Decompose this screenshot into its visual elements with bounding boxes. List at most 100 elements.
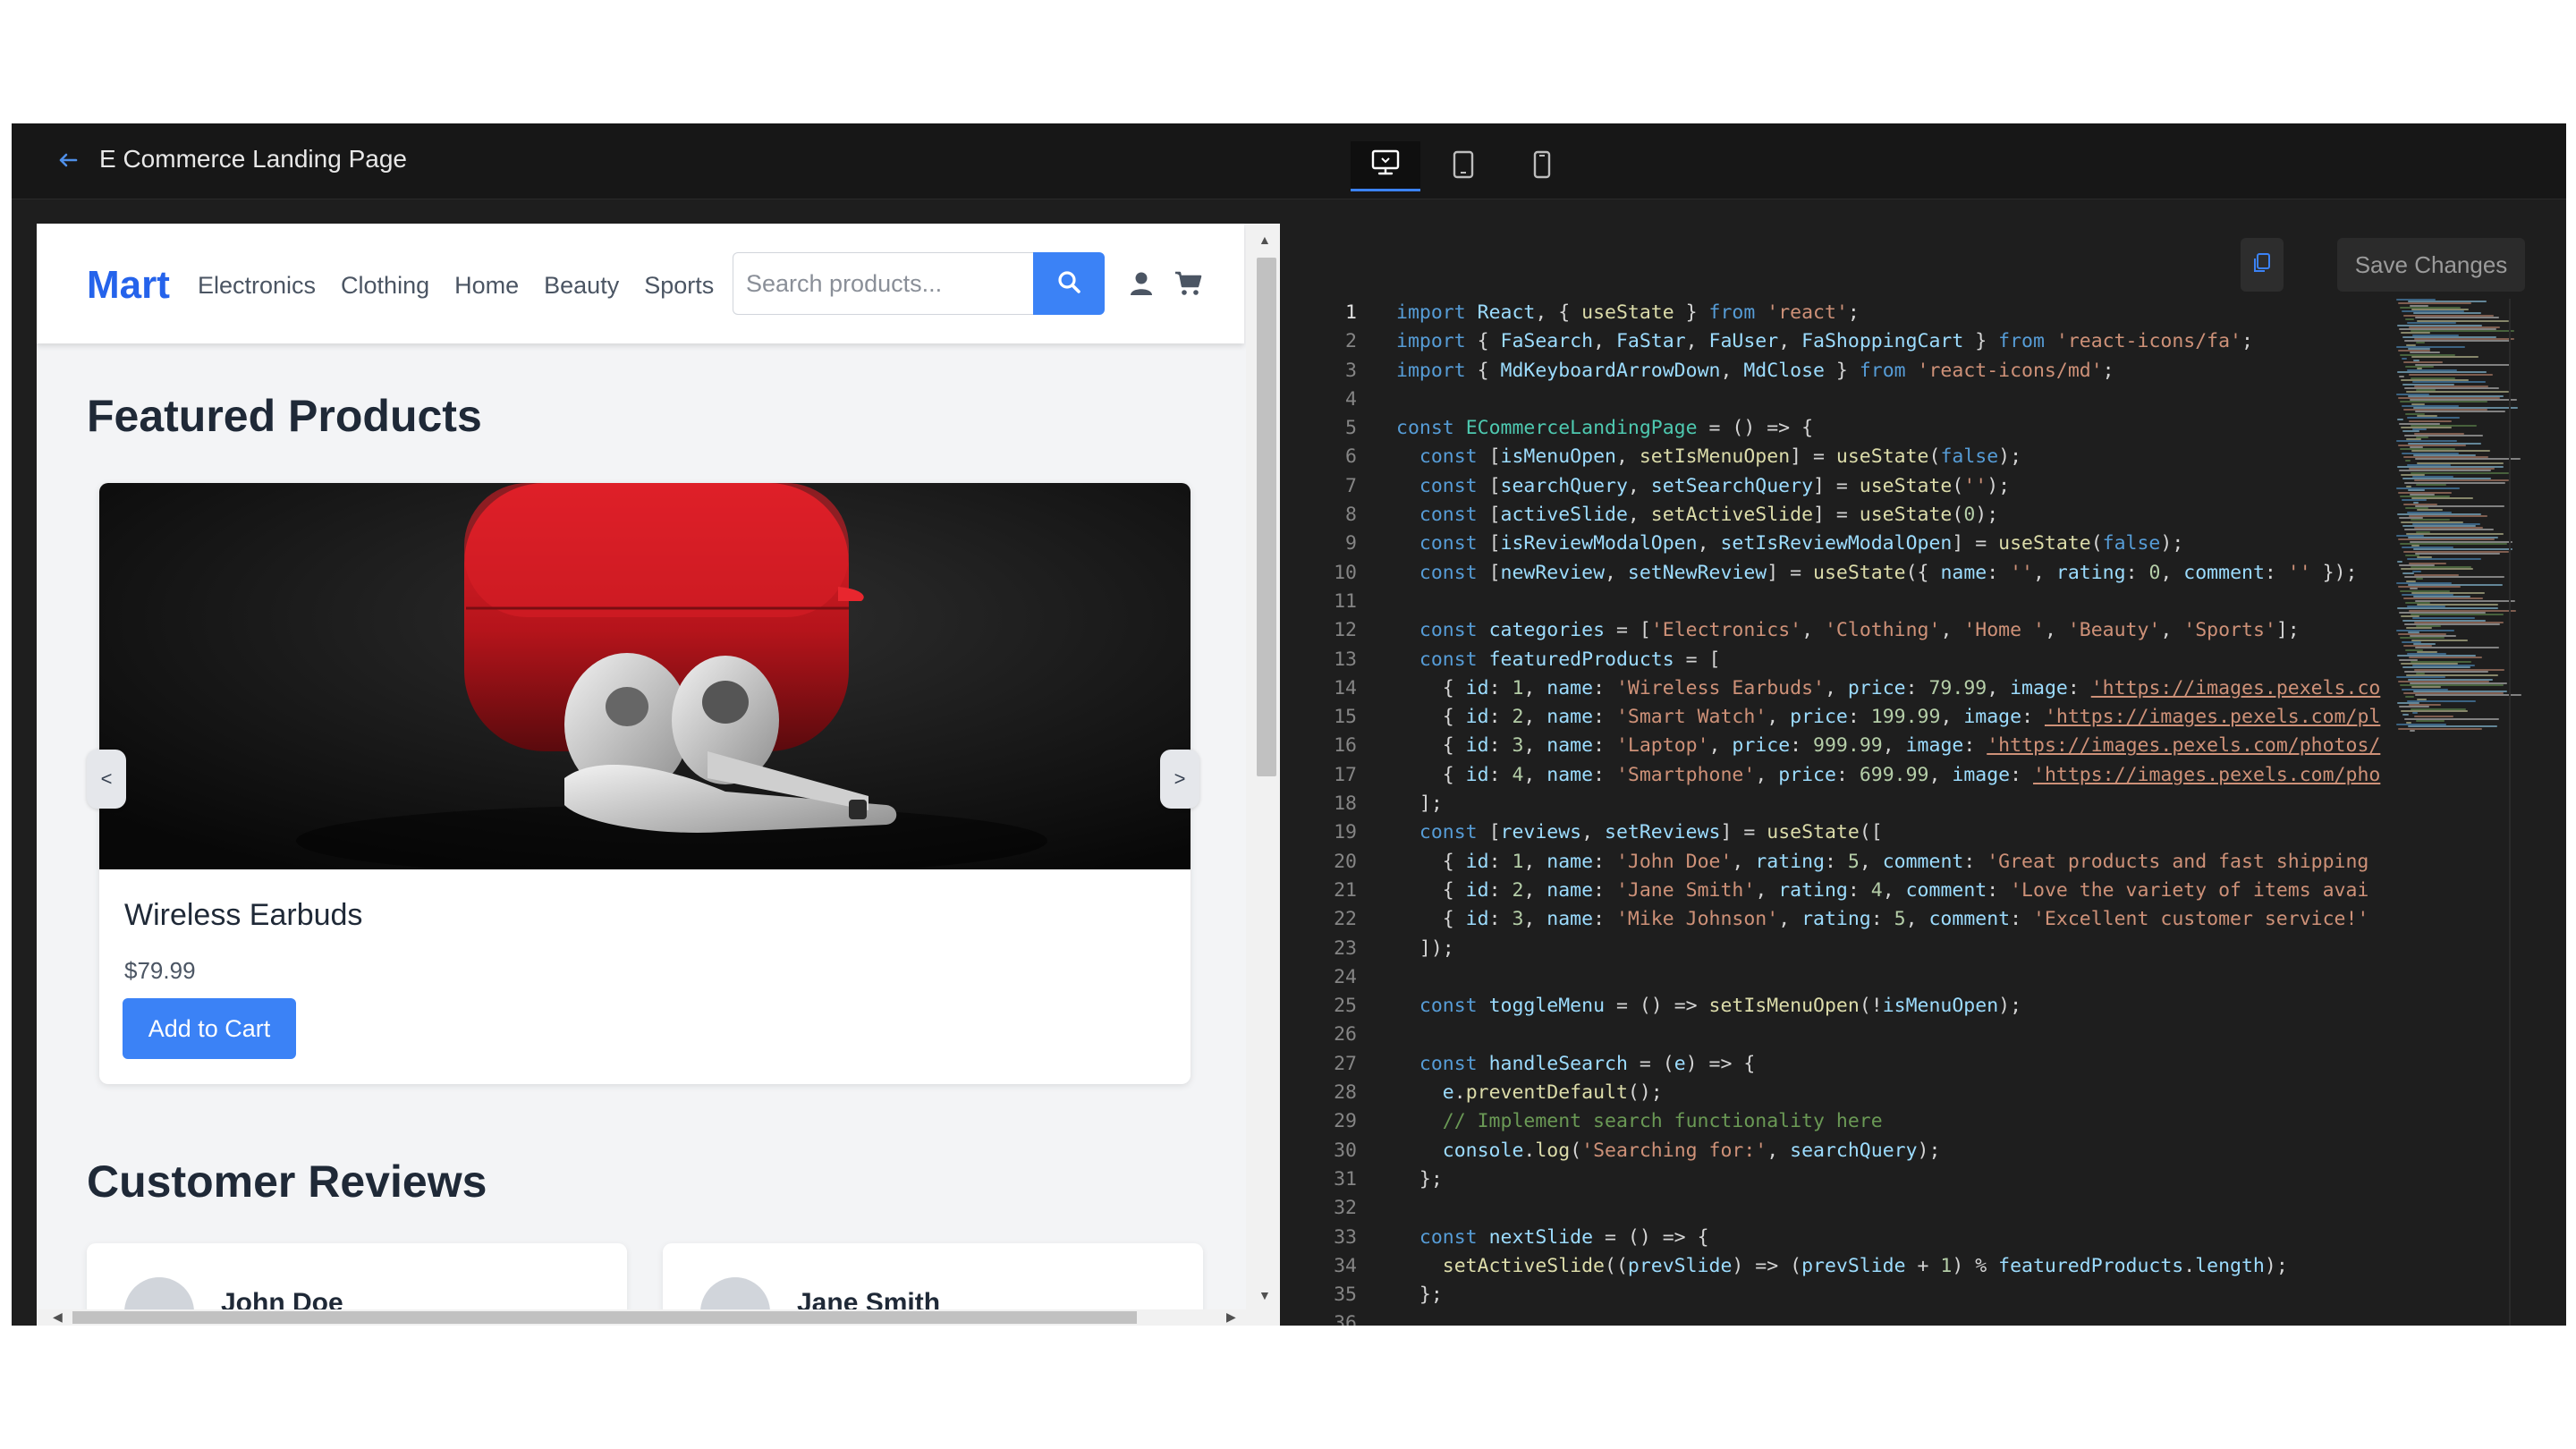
line-number: 18	[1334, 792, 1357, 816]
code-text: const nextSlide = () => {	[1419, 1225, 1709, 1249]
code-line[interactable]: 20 { id: 1, name: 'John Doe', rating: 5,…	[1298, 848, 2393, 877]
line-number: 31	[1334, 1167, 1357, 1191]
code-area[interactable]: 1 import React, { useState } from 'react'…	[1298, 299, 2393, 1326]
line-number: 8	[1345, 504, 1357, 527]
search-bar	[733, 252, 1105, 315]
code-text: const categories = ['Electronics', 'Clot…	[1419, 619, 2300, 642]
line-number: 1	[1345, 301, 1357, 324]
code-line[interactable]: 24	[1298, 963, 2393, 992]
nav-link-sports[interactable]: Sports	[644, 270, 714, 301]
minimap-line	[2416, 483, 2446, 486]
code-line[interactable]: 12 const categories = ['Electronics', 'C…	[1298, 616, 2393, 645]
code-line[interactable]: 11	[1298, 588, 2393, 616]
code-line[interactable]: 35 };	[1298, 1281, 2393, 1309]
code-line[interactable]: 32	[1298, 1194, 2393, 1223]
nav-link-clothing[interactable]: Clothing	[341, 270, 429, 301]
vertical-scroll-thumb[interactable]	[1257, 258, 1276, 776]
code-line[interactable]: 5 const ECommerceLandingPage = () => {	[1298, 414, 2393, 443]
code-text: { id: 2, name: 'Jane Smith', rating: 4, …	[1396, 878, 2369, 902]
code-line[interactable]: 21 { id: 2, name: 'Jane Smith', rating: …	[1298, 877, 2393, 905]
page-title: E Commerce Landing Page	[99, 145, 407, 173]
code-line[interactable]: 22 { id: 3, name: 'Mike Johnson', rating…	[1298, 905, 2393, 934]
nav-link-home[interactable]: Home	[454, 270, 519, 301]
scroll-up-arrow-icon[interactable]: ▲	[1258, 233, 1271, 247]
code-line[interactable]: 10 const [newReview, setNewReview] = use…	[1298, 559, 2393, 588]
code-line[interactable]: 6 const [isMenuOpen, setIsMenuOpen] = us…	[1298, 443, 2393, 471]
code-line[interactable]: 29 // Implement search functionality her…	[1298, 1107, 2393, 1136]
nav-link-electronics[interactable]: Electronics	[198, 270, 316, 301]
scroll-down-arrow-icon[interactable]: ▼	[1258, 1288, 1271, 1302]
mobile-view-button[interactable]	[1507, 141, 1577, 191]
line-number: 19	[1334, 821, 1357, 844]
line-number: 2	[1345, 330, 1357, 353]
code-line[interactable]: 28 e.preventDefault();	[1298, 1079, 2393, 1107]
scroll-left-arrow-icon[interactable]: ◀	[53, 1309, 63, 1325]
code-line[interactable]: 15 { id: 2, name: 'Smart Watch', price: …	[1298, 703, 2393, 732]
code-minimap[interactable]	[2393, 299, 2522, 1104]
code-line[interactable]: 18 ];	[1298, 790, 2393, 818]
code-line[interactable]: 25 const toggleMenu = () => setIsMenuOpe…	[1298, 992, 2393, 1021]
code-line[interactable]: 9 const [isReviewModalOpen, setIsReviewM…	[1298, 530, 2393, 558]
code-line[interactable]: 31 };	[1298, 1165, 2393, 1194]
shopping-cart-icon[interactable]	[1174, 270, 1203, 297]
code-line[interactable]: 3 import { MdKeyboardArrowDown, MdClose }…	[1298, 357, 2393, 386]
code-text: import React, { useState } from 'react';	[1396, 301, 1860, 324]
back-arrow-icon[interactable]	[55, 147, 81, 174]
copy-button[interactable]	[2241, 238, 2284, 292]
code-line[interactable]: 4	[1298, 386, 2393, 414]
code-text: { id: 1, name: 'John Doe', rating: 5, co…	[1396, 850, 2369, 873]
code-line[interactable]: 17 { id: 4, name: 'Smartphone', price: 6…	[1298, 761, 2393, 790]
line-number: 24	[1334, 965, 1357, 988]
code-line[interactable]: 1 import React, { useState } from 'react'…	[1298, 299, 2393, 327]
code-editor[interactable]: Save Changes 1 import React, { useState }…	[1298, 224, 2566, 1326]
search-button[interactable]	[1033, 252, 1105, 315]
line-number: 5	[1345, 417, 1357, 440]
minimap-line	[2396, 629, 2455, 631]
chevron-right-icon: >	[1174, 767, 1186, 790]
code-line[interactable]: 26	[1298, 1021, 2393, 1049]
carousel-prev-button[interactable]: <	[87, 750, 126, 809]
code-line[interactable]: 14 { id: 1, name: 'Wireless Earbuds', pr…	[1298, 674, 2393, 703]
minimap-line	[2402, 714, 2409, 716]
brand-logo[interactable]: Mart	[87, 263, 170, 308]
desktop-view-button[interactable]	[1351, 141, 1420, 191]
code-text: const [reviews, setReviews] = useState([	[1419, 821, 1883, 844]
search-input[interactable]	[733, 252, 1033, 315]
code-line[interactable]: 23 ]);	[1298, 935, 2393, 963]
code-line[interactable]: 19 const [reviews, setReviews] = useStat…	[1298, 818, 2393, 847]
carousel-next-button[interactable]: >	[1160, 750, 1199, 809]
code-line[interactable]: 13 const featuredProducts = [	[1298, 646, 2393, 674]
nav-link-beauty[interactable]: Beauty	[544, 270, 619, 301]
minimap-line	[2407, 417, 2461, 419]
code-line[interactable]: 30 console.log('Searching for:', searchQ…	[1298, 1137, 2393, 1165]
line-number: 25	[1334, 995, 1357, 1018]
editor-scrollbar-track[interactable]	[2509, 299, 2511, 1326]
code-line[interactable]: 16 { id: 3, name: 'Laptop', price: 999.9…	[1298, 732, 2393, 760]
line-number: 29	[1334, 1110, 1357, 1133]
code-line[interactable]: 34 setActiveSlide((prevSlide) => (prevSl…	[1298, 1252, 2393, 1281]
code-line[interactable]: 8 const [activeSlide, setActiveSlide] = …	[1298, 501, 2393, 530]
minimap-line	[2411, 614, 2504, 615]
tablet-view-button[interactable]	[1428, 141, 1498, 191]
scroll-right-arrow-icon[interactable]: ▶	[1226, 1309, 1236, 1325]
code-text: { id: 3, name: 'Laptop', price: 999.99, …	[1396, 734, 2381, 758]
save-changes-button[interactable]: Save Changes	[2337, 238, 2525, 292]
code-text: setActiveSlide((prevSlide) => (prevSlide…	[1442, 1254, 2288, 1277]
code-text: { id: 1, name: 'Wireless Earbuds', price…	[1396, 676, 2381, 699]
minimap-line	[2415, 411, 2506, 413]
code-text: };	[1396, 1167, 1443, 1191]
code-text: { id: 4, name: 'Smartphone', price: 699.…	[1396, 763, 2381, 786]
code-line[interactable]: 36	[1298, 1309, 2393, 1326]
minimap-line	[2401, 709, 2468, 712]
minimap-line	[2415, 552, 2501, 555]
search-icon	[1056, 269, 1081, 299]
code-line[interactable]: 27 const handleSearch = (e) => {	[1298, 1050, 2393, 1079]
horizontal-scroll-thumb[interactable]	[72, 1311, 1137, 1324]
user-icon[interactable]	[1128, 270, 1155, 297]
minimap-line	[2409, 657, 2483, 659]
code-line[interactable]: 7 const [searchQuery, setSearchQuery] = …	[1298, 472, 2393, 501]
add-to-cart-button[interactable]: Add to Cart	[123, 998, 296, 1059]
code-line[interactable]: 33 const nextSlide = () => {	[1298, 1224, 2393, 1252]
line-number: 9	[1345, 532, 1357, 555]
code-line[interactable]: 2 import { FaSearch, FaStar, FaUser, FaSh…	[1298, 327, 2393, 356]
